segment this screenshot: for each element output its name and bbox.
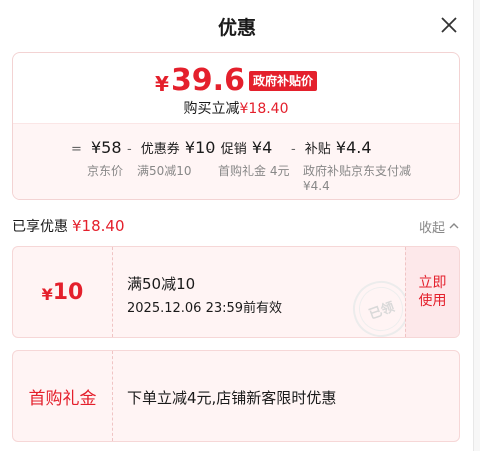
chevron-up-icon (449, 223, 459, 229)
breakdown-sub-label: 首购礼金 4元 (218, 164, 290, 178)
breakdown-value: ¥4.4 (335, 138, 372, 157)
breakdown-operator: - (127, 142, 132, 157)
breakdown-item-coupon: - 优惠券 ¥10 (127, 138, 215, 157)
page-title: 优惠 (217, 16, 256, 39)
breakdown-name: 促销 (220, 142, 247, 157)
breakdown-name: 优惠券 (140, 142, 180, 157)
enjoyed-label: 已享优惠 (12, 219, 68, 235)
first-purchase-gift-card: 首购礼金 下单立减4元,店铺新客限时优惠 (12, 350, 460, 442)
final-price-row: ¥ 39.6 政府补贴价 (13, 63, 459, 98)
price-summary-card: ¥ 39.6 政府补贴价 购买立减¥18.40 = ¥58 京东价 - 优惠券 … (12, 52, 460, 200)
panel-header: 优惠 (0, 0, 474, 52)
save-amount: ¥18.40 (239, 101, 289, 117)
coupon-card: ¥ 10 满50减10 2025.12.06 23:59前有效 已领 立即 使用 (12, 246, 460, 338)
gov-subsidy-badge: 政府补贴价 (248, 70, 317, 91)
scrollbar[interactable] (474, 0, 480, 451)
use-coupon-label-line1: 立即 (418, 275, 447, 291)
price-breakdown: = ¥58 京东价 - 优惠券 ¥10 满50减10 - 促销 ¥4 首购礼金 … (13, 123, 459, 199)
close-icon (441, 17, 457, 33)
breakdown-sub-label: 京东价 (87, 164, 124, 178)
collapse-label: 收起 (418, 220, 445, 236)
coupon-currency: ¥ (41, 284, 53, 304)
breakdown-item-subsidy: - 补贴 ¥4.4 (291, 138, 372, 157)
gift-name-area: 首购礼金 (13, 351, 113, 441)
currency-symbol: ¥ (155, 71, 169, 96)
breakdown-sub-label: 政府补贴京东支付减¥4.4 (303, 164, 412, 193)
discount-panel: 优惠 ¥ 39.6 政府补贴价 购买立减¥18.40 = ¥58 京东价 - 优… (0, 0, 474, 451)
breakdown-sub-label: 满50减10 (137, 164, 192, 178)
coupon-amount-area: ¥ 10 (13, 247, 113, 337)
breakdown-value: ¥4 (251, 138, 273, 157)
price-header: ¥ 39.6 政府补贴价 购买立减¥18.40 (13, 53, 459, 125)
close-button[interactable] (438, 14, 460, 36)
coupon-title: 满50减10 (127, 275, 196, 293)
breakdown-operator: - (291, 142, 296, 157)
gift-description: 下单立减4元,店铺新客限时优惠 (127, 389, 337, 407)
use-coupon-label-line2: 使用 (418, 293, 447, 309)
enjoyed-amount: ¥18.40 (72, 217, 125, 235)
breakdown-value: ¥58 (91, 138, 122, 157)
enjoyed-discount-row: 已享优惠 ¥18.40 收起 (12, 215, 460, 237)
save-label: 购买立减 (183, 101, 240, 117)
claimed-stamp-inner: 已领 (352, 280, 410, 337)
final-price: 39.6 (170, 63, 245, 98)
coupon-validity: 2025.12.06 23:59前有效 (127, 301, 283, 316)
breakdown-item-promo: - 促销 ¥4 (207, 138, 272, 157)
breakdown-item-jd-price: = ¥58 (71, 138, 122, 157)
breakdown-operator: = (71, 142, 82, 157)
enjoyed-summary: 已享优惠 ¥18.40 (12, 216, 125, 236)
gift-name: 首购礼金 (28, 388, 97, 409)
use-coupon-button[interactable]: 立即 使用 (405, 247, 459, 337)
breakdown-operator: - (207, 142, 212, 157)
coupon-amount: 10 (52, 279, 84, 305)
collapse-button[interactable]: 收起 (419, 217, 460, 236)
save-row: 购买立减¥18.40 (13, 98, 459, 118)
claimed-stamp-text: 已领 (366, 299, 397, 323)
breakdown-name: 补贴 (304, 142, 331, 157)
